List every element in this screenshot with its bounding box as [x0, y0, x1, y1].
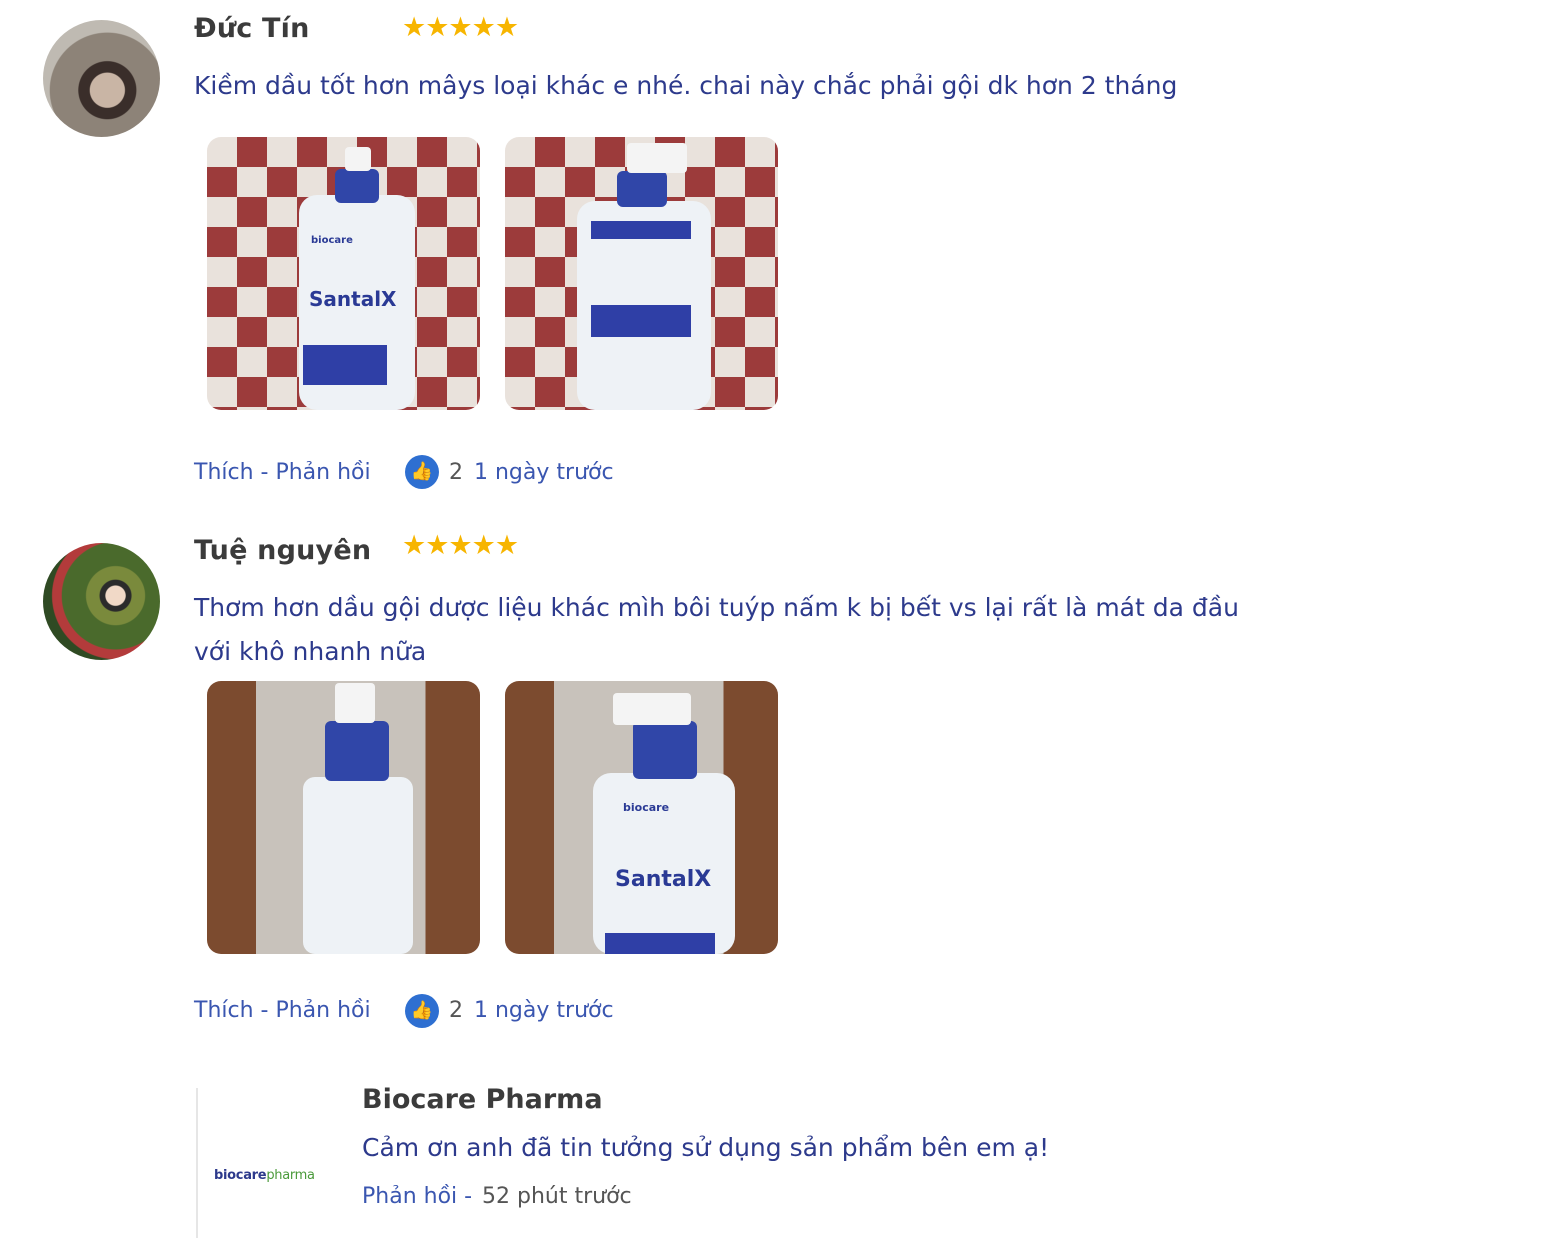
reply-link[interactable]: Phản hồi - — [362, 1184, 472, 1209]
review-text-line: Thơm hơn dầu gội dược liệu khác mìh bôi … — [194, 593, 1239, 622]
review-text: Kiềm dầu tốt hơn mâys loại khác e nhé. c… — [194, 71, 1178, 100]
reply-divider — [196, 1088, 198, 1238]
like-count: 2 — [449, 460, 463, 485]
user-avatar[interactable] — [43, 20, 160, 137]
review-photo[interactable]: biocare SantalX — [505, 681, 778, 954]
user-avatar[interactable] — [43, 543, 160, 660]
star-rating: ★★★★★ — [402, 12, 519, 43]
reply-time: 52 phút trước — [482, 1184, 632, 1209]
like-reply-link[interactable]: Thích - Phản hồi — [194, 998, 371, 1023]
reviewer-name: Tuệ nguyên — [194, 535, 372, 566]
reviewer-name: Đức Tín — [194, 13, 310, 44]
reply-text: Cảm ơn anh đã tin tưởng sử dụng sản phẩm… — [362, 1133, 1050, 1162]
review-text-line: với khô nhanh nữa — [194, 637, 427, 666]
like-count: 2 — [449, 998, 463, 1023]
star-rating: ★★★★★ — [402, 530, 519, 561]
reply-author: Biocare Pharma — [362, 1084, 603, 1115]
thumbs-up-icon[interactable]: 👍 — [405, 455, 439, 489]
review-photo[interactable]: biocare SantalX — [207, 137, 480, 410]
review-photo[interactable] — [207, 681, 480, 954]
thumbs-up-icon[interactable]: 👍 — [405, 994, 439, 1028]
brand-logo: biocarepharma — [214, 1168, 315, 1183]
like-reply-link[interactable]: Thích - Phản hồi — [194, 460, 371, 485]
review-text: Thơm hơn dầu gội dược liệu khác mìh bôi … — [194, 586, 1314, 674]
review-time: 1 ngày trước — [474, 998, 614, 1023]
review-time: 1 ngày trước — [474, 460, 614, 485]
review-photo[interactable] — [505, 137, 778, 410]
